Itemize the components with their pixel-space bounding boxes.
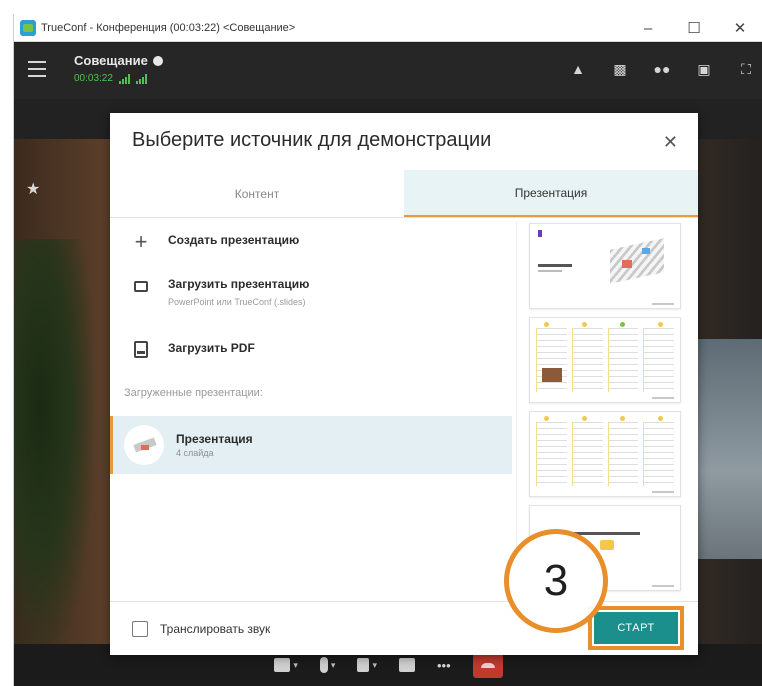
conference-status: 00:03:22 [74, 73, 147, 84]
list-item[interactable]: Презентация 4 слайда [110, 416, 512, 474]
tab-content[interactable]: Контент [110, 170, 404, 217]
chat-icon[interactable]: ▩ [611, 61, 629, 77]
slide-thumbnail[interactable] [529, 317, 681, 403]
dialog-title: Выберите источник для демонстрации [132, 129, 492, 151]
hang-up-icon [480, 662, 495, 668]
speaker-icon [357, 658, 370, 672]
dialog-footer-divider [110, 601, 698, 602]
more-button[interactable]: ••• [437, 654, 451, 676]
pdf-file-icon [134, 341, 148, 358]
camera-button[interactable]: ▾ [274, 654, 298, 676]
minimize-button[interactable]: – [625, 14, 671, 42]
conference-timer: 00:03:22 [74, 73, 113, 84]
close-dialog-button[interactable]: ✕ [663, 133, 678, 151]
plus-icon: + [134, 229, 148, 254]
fullscreen-icon[interactable]: ⛶ [737, 61, 755, 77]
trueconf-logo-icon [20, 19, 36, 36]
close-window-button[interactable]: ✕ [717, 14, 762, 42]
camera-icon [274, 658, 291, 672]
microphone-icon [319, 657, 328, 673]
video-plant [14, 239, 94, 644]
create-presentation-label: Создать презентацию [168, 233, 300, 247]
header-actions: ▲ ▩ ●● ▣ ⛶ [569, 61, 755, 77]
signal-strength-icon [118, 73, 130, 84]
app-window: TrueConf - Конференция (00:03:22) <Совещ… [13, 14, 762, 686]
upload-pdf-label: Загрузить PDF [168, 341, 255, 355]
upload-presentation-hint: PowerPoint или TrueConf (.slides) [168, 297, 306, 307]
conference-name: Совещание [74, 53, 148, 68]
broadcast-sound-label: Транслировать звук [160, 622, 271, 636]
info-icon[interactable] [152, 55, 163, 66]
slide-thumbnail[interactable] [529, 223, 681, 309]
source-tabs: Контент Презентация [110, 170, 698, 218]
start-button-highlight: СТАРТ [588, 606, 684, 650]
share-screen-button[interactable] [398, 654, 415, 676]
create-presentation-action[interactable]: + Создать презентацию [110, 229, 510, 254]
slide-thumbnail[interactable] [529, 411, 681, 497]
presentation-thumbnail [124, 425, 164, 465]
conference-header: Совещание 00:03:22 ▲ ▩ ●● ▣ ⛶ [14, 43, 762, 99]
broadcast-sound-option[interactable]: Транслировать звук [132, 621, 270, 637]
bell-icon[interactable]: ▲ [569, 61, 587, 77]
uploaded-presentations-heading: Загруженные презентации: [124, 387, 263, 399]
upload-presentation-label: Загрузить презентацию [168, 277, 310, 291]
participants-icon[interactable]: ●● [653, 61, 671, 77]
window-controls: – ☐ ✕ [625, 14, 762, 42]
folder-icon [134, 281, 148, 292]
hang-up-button[interactable] [472, 652, 503, 678]
presentation-actions-pane: + Создать презентацию Загрузить презента… [110, 219, 512, 601]
more-icon: ••• [436, 657, 451, 673]
step-number: 3 [543, 556, 569, 605]
signal-strength-icon [135, 73, 147, 84]
start-button[interactable]: СТАРТ [594, 612, 678, 644]
source-select-dialog: Выберите источник для демонстрации ✕ Кон… [110, 113, 698, 655]
star-icon[interactable]: ★ [26, 179, 40, 199]
speaker-button[interactable]: ▾ [357, 654, 377, 676]
microphone-button[interactable]: ▾ [319, 654, 335, 676]
broadcast-sound-checkbox[interactable] [132, 621, 148, 637]
step-callout: 3 [504, 529, 608, 633]
hamburger-menu-icon[interactable] [28, 61, 46, 77]
maximize-button[interactable]: ☐ [671, 14, 717, 42]
screen-share-icon[interactable]: ▣ [695, 61, 713, 77]
presentation-slide-count: 4 слайда [176, 448, 214, 458]
conference-title: Совещание [74, 53, 163, 68]
window-title: TrueConf - Конференция (00:03:22) <Совещ… [41, 21, 296, 34]
tab-presentation[interactable]: Презентация [404, 170, 698, 217]
share-icon [398, 658, 415, 672]
upload-presentation-action[interactable]: Загрузить презентацию PowerPoint или Tru… [110, 277, 510, 307]
presentation-name: Презентация [176, 432, 253, 446]
window-titlebar: TrueConf - Конференция (00:03:22) <Совещ… [14, 14, 762, 42]
upload-pdf-action[interactable]: Загрузить PDF [110, 341, 510, 358]
